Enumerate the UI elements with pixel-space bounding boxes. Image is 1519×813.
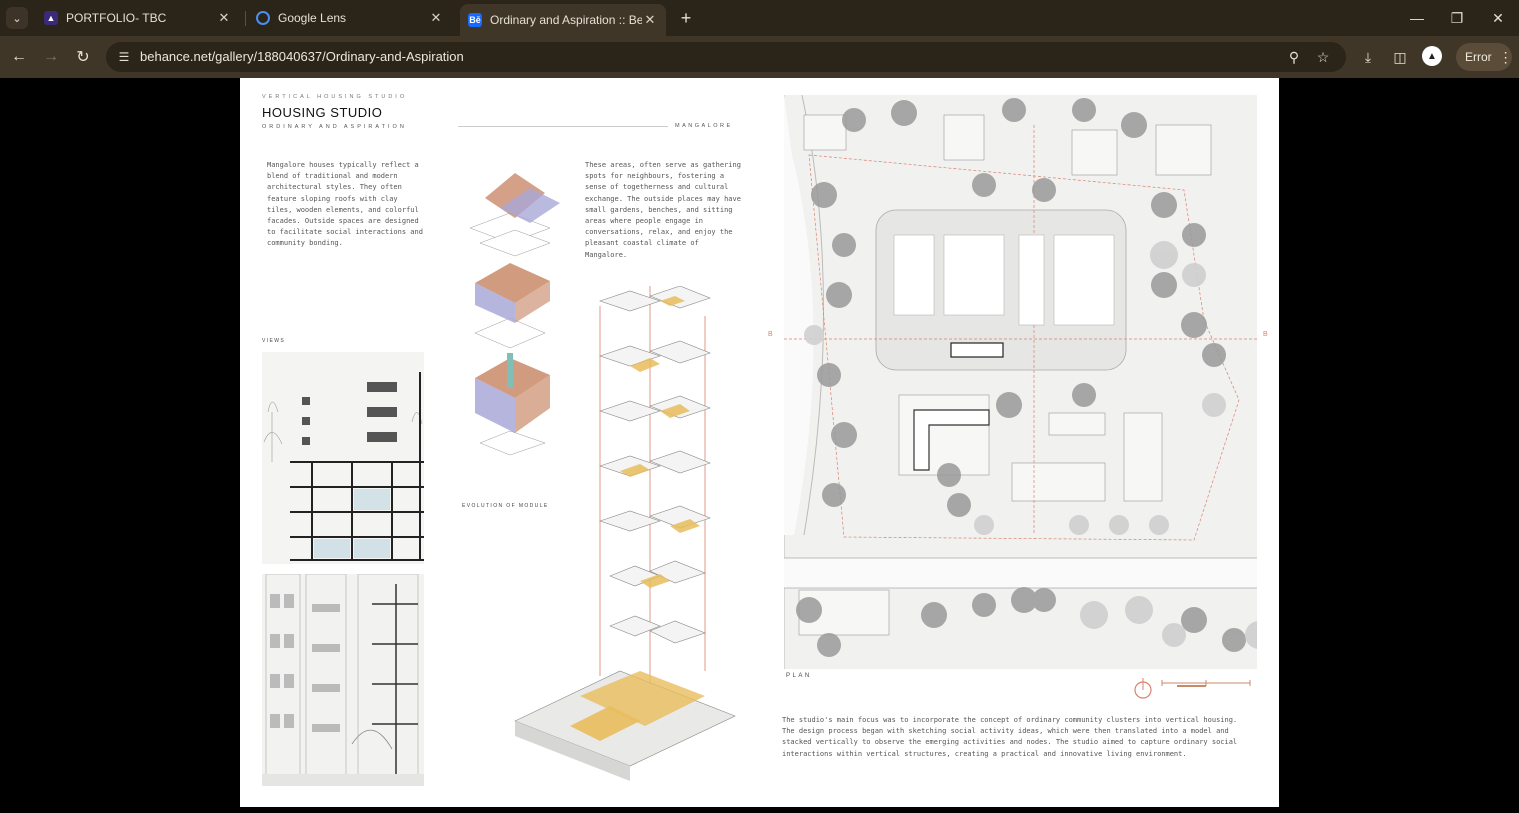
forward-button[interactable]: → (39, 45, 63, 69)
bookmark-button[interactable]: ☆ (1313, 47, 1333, 67)
page-subtitle: ORDINARY AND ASPIRATION (262, 124, 407, 130)
downloads-button[interactable]: ⤓ (1356, 45, 1380, 69)
browser-toolbar: ← → ↻ ☰ behance.net/gallery/188040637/Or… (0, 36, 1519, 78)
views-label: VIEWS (262, 338, 286, 344)
tower-axonometric-diagram (514, 286, 736, 781)
zoom-button[interactable]: ⚲ (1284, 47, 1304, 67)
minimize-icon: — (1410, 10, 1424, 26)
intro-text: Mangalore houses typically reflect a ble… (267, 161, 423, 248)
google-lens-icon (256, 11, 270, 25)
side-panel-icon: ◫ (1393, 48, 1407, 65)
star-icon: ☆ (1316, 48, 1330, 65)
close-icon[interactable]: ✕ (216, 10, 232, 26)
place-label: MANGALORE (675, 123, 733, 129)
close-icon: ✕ (1492, 9, 1504, 26)
divider-line (458, 126, 668, 127)
profile-avatar[interactable]: ▲ (1422, 46, 1442, 66)
site-plan-drawing (784, 95, 1257, 669)
behance-icon: Bē (468, 13, 482, 27)
tab-portfolio[interactable]: ▲ PORTFOLIO- TBC ✕ (36, 4, 240, 32)
tab-search-button[interactable]: ⌄ (6, 7, 28, 29)
chevron-down-icon: ⌄ (12, 12, 22, 25)
side-panel-button[interactable]: ◫ (1388, 45, 1412, 69)
restore-icon: ❐ (1450, 9, 1464, 26)
section-view-image (262, 352, 424, 564)
tab-separator (245, 11, 246, 26)
download-icon: ⤓ (1364, 48, 1372, 65)
page-title: HOUSING STUDIO (262, 105, 383, 120)
tab-behance[interactable]: Bē Ordinary and Aspiration :: Behance ✕ (460, 4, 666, 36)
reload-icon: ↻ (76, 49, 90, 66)
minimize-button[interactable]: — (1397, 6, 1437, 30)
gathering-text: These areas, often serve as gathering sp… (585, 161, 741, 259)
more-menu-icon[interactable]: ⋮ (1499, 49, 1513, 66)
reload-button[interactable]: ↻ (71, 45, 95, 69)
close-icon[interactable]: ✕ (642, 12, 658, 28)
close-icon[interactable]: ✕ (428, 10, 444, 26)
back-button[interactable]: ← (7, 45, 31, 69)
elevation-view-image (262, 574, 424, 786)
new-tab-button[interactable]: + (675, 7, 697, 29)
tab-google-lens[interactable]: Google Lens ✕ (248, 4, 452, 32)
north-scale-graphic (1134, 678, 1251, 699)
site-info-button[interactable]: ☰ (114, 47, 134, 67)
focus-text: The studio's main focus was to incorpora… (782, 716, 1238, 758)
close-window-button[interactable]: ✕ (1478, 6, 1518, 30)
zoom-icon: ⚲ (1288, 48, 1300, 65)
avatar-icon: ▲ (1427, 50, 1437, 62)
plus-icon: + (680, 7, 692, 28)
tab-title: Google Lens (278, 11, 347, 25)
studio-kicker: VERTICAL HOUSING STUDIO (262, 94, 408, 100)
plan-label: PLAN (786, 673, 812, 679)
section-marker-left: B (768, 331, 775, 338)
tab-title: PORTFOLIO- TBC (66, 11, 167, 25)
page-viewport: VERTICAL HOUSING STUDIO HOUSING STUDIO O… (0, 78, 1519, 813)
tune-icon: ☰ (118, 50, 130, 64)
section-marker-right: B (1263, 331, 1270, 338)
error-button[interactable]: Error ⋮ (1456, 43, 1513, 71)
portfolio-icon: ▲ (44, 11, 58, 25)
url-text: behance.net/gallery/188040637/Ordinary-a… (140, 49, 464, 64)
restore-button[interactable]: ❐ (1437, 6, 1477, 30)
address-bar[interactable]: ☰ behance.net/gallery/188040637/Ordinary… (106, 42, 1346, 72)
tab-bar: ⌄ ▲ PORTFOLIO- TBC ✕ Google Lens ✕ Bē Or… (0, 0, 1519, 36)
arrow-left-icon: ← (11, 48, 27, 65)
portfolio-sheet: VERTICAL HOUSING STUDIO HOUSING STUDIO O… (240, 78, 1279, 807)
tab-title: Ordinary and Aspiration :: Behance (490, 13, 642, 27)
arrow-right-icon: → (43, 48, 59, 65)
error-label: Error (1465, 50, 1492, 64)
